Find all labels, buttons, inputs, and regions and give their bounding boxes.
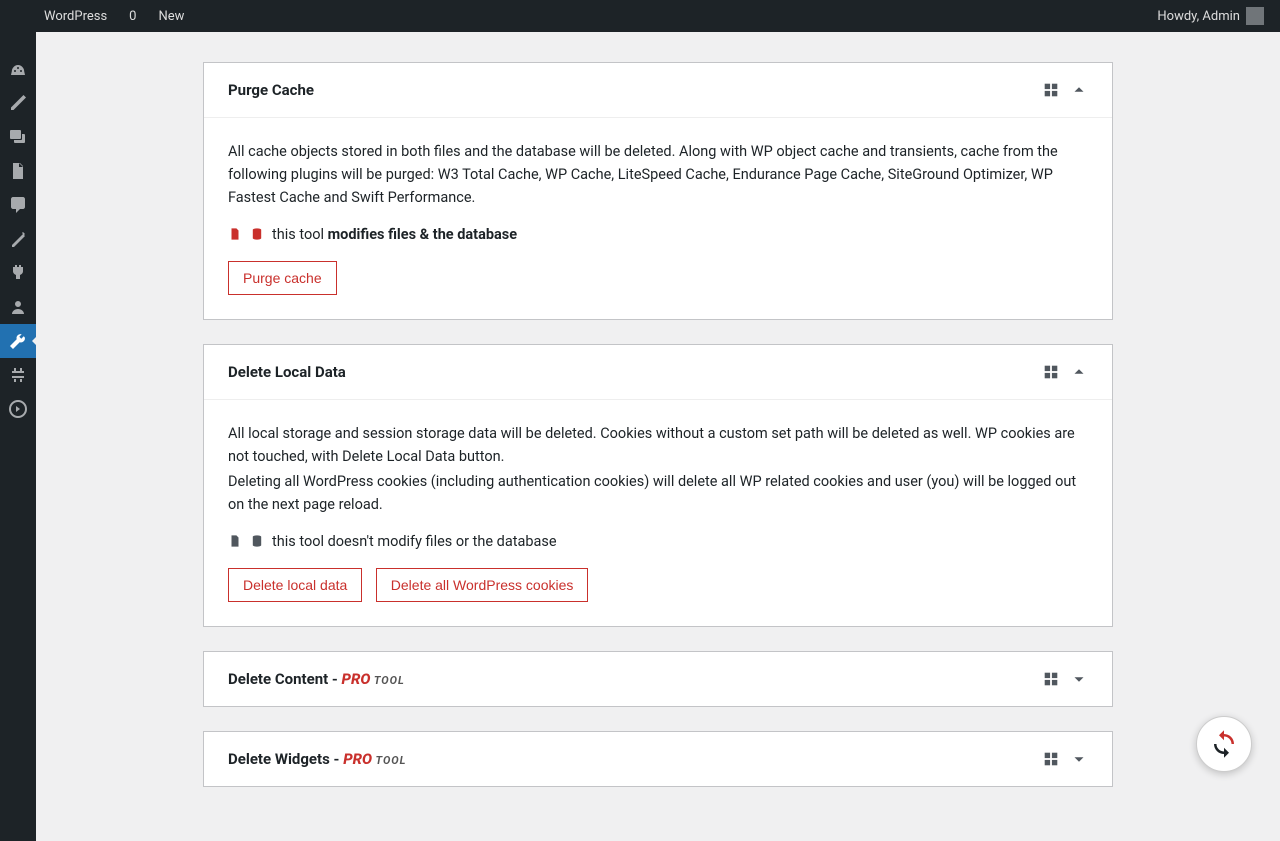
purge-cache-title: Purge Cache	[228, 81, 314, 99]
howdy-text: Howdy, Admin	[1157, 9, 1240, 24]
new-text: New	[158, 9, 184, 24]
purge-cache-desc: All cache objects stored in both files a…	[228, 140, 1088, 210]
menu-plugins[interactable]	[0, 256, 36, 290]
pro-badge: PRO	[342, 670, 371, 688]
menu-media[interactable]	[0, 120, 36, 154]
my-account-link[interactable]: Howdy, Admin	[1149, 0, 1272, 32]
refresh-icon	[1209, 729, 1239, 759]
menu-tools[interactable]	[0, 324, 36, 358]
delete-wp-cookies-button[interactable]: Delete all WordPress cookies	[376, 568, 589, 602]
database-icon	[250, 534, 264, 548]
menu-collapse[interactable]	[0, 392, 36, 426]
modifies-indicator: this tool modifies files & the database	[228, 226, 1088, 243]
delete-widgets-title: Delete Widgets - PRO TOOL	[228, 750, 406, 768]
pro-badge: PRO	[343, 750, 372, 768]
delete-local-desc1: All local storage and session storage da…	[228, 422, 1088, 468]
menu-dashboard[interactable]	[0, 52, 36, 86]
site-name-link[interactable]: WordPress	[30, 0, 115, 32]
menu-posts[interactable]	[0, 86, 36, 120]
comments-link[interactable]: 0	[115, 0, 144, 32]
grid-view-icon[interactable]	[1042, 750, 1060, 768]
delete-local-desc2: Deleting all WordPress cookies (includin…	[228, 470, 1088, 516]
purge-cache-button[interactable]: Purge cache	[228, 261, 337, 295]
no-modify-text: this tool doesn't modify files or the da…	[272, 533, 557, 550]
chevron-down-icon[interactable]	[1070, 670, 1088, 688]
site-name-text: WordPress	[44, 9, 107, 24]
purge-cache-card: Purge Cache All cache objects stored in …	[203, 62, 1113, 320]
grid-view-icon[interactable]	[1042, 670, 1060, 688]
menu-comments[interactable]	[0, 188, 36, 222]
delete-content-title: Delete Content - PRO TOOL	[228, 670, 405, 688]
comments-count: 0	[129, 9, 136, 24]
mods-bold: modifies files & the database	[328, 226, 517, 243]
menu-pages[interactable]	[0, 154, 36, 188]
delete-local-title: Delete Local Data	[228, 363, 346, 381]
admin-sidemenu	[0, 32, 36, 841]
avatar	[1246, 7, 1264, 25]
delete-local-data-card: Delete Local Data All local storage and …	[203, 344, 1113, 627]
chevron-up-icon[interactable]	[1070, 81, 1088, 99]
admin-toolbar: WordPress 0 New Howdy, Admin	[0, 0, 1280, 32]
grid-view-icon[interactable]	[1042, 363, 1060, 381]
database-icon	[250, 227, 264, 241]
menu-appearance[interactable]	[0, 222, 36, 256]
grid-view-icon[interactable]	[1042, 81, 1060, 99]
file-icon	[228, 227, 242, 241]
main-content: Purge Cache All cache objects stored in …	[36, 32, 1280, 841]
chevron-up-icon[interactable]	[1070, 363, 1088, 381]
delete-local-data-button[interactable]: Delete local data	[228, 568, 362, 602]
new-content-link[interactable]: New	[144, 0, 192, 32]
menu-users[interactable]	[0, 290, 36, 324]
file-icon	[228, 534, 242, 548]
delete-content-card: Delete Content - PRO TOOL	[203, 651, 1113, 707]
wp-logo-menu[interactable]	[8, 0, 30, 32]
menu-settings[interactable]	[0, 358, 36, 392]
no-modify-indicator: this tool doesn't modify files or the da…	[228, 533, 1088, 550]
floating-refresh-button[interactable]	[1196, 716, 1252, 772]
mods-prefix: this tool	[272, 226, 328, 243]
delete-widgets-card: Delete Widgets - PRO TOOL	[203, 731, 1113, 787]
chevron-down-icon[interactable]	[1070, 750, 1088, 768]
